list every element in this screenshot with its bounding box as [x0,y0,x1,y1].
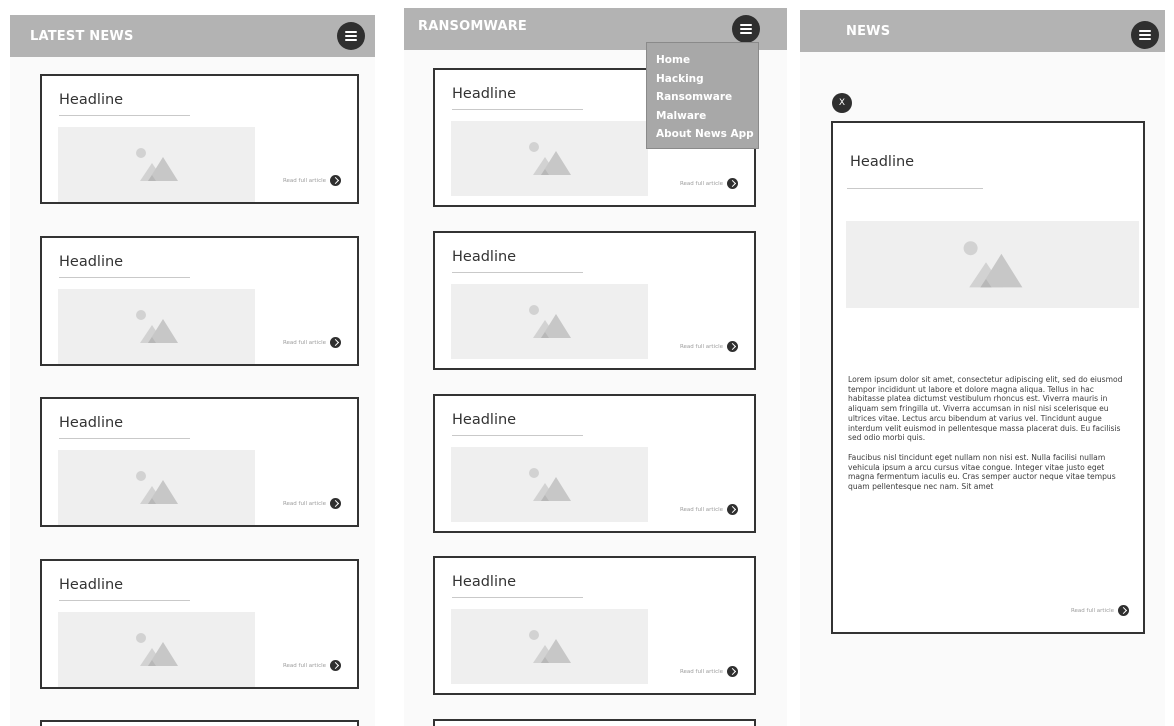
headline-divider [452,272,583,273]
article-body: Lorem ipsum dolor sit amet, consectetur … [848,375,1126,502]
card-headline: Headline [59,415,124,431]
app-bar: LATEST NEWS [10,15,375,57]
app-bar-title: LATEST NEWS [30,28,134,44]
headline-divider [59,277,190,278]
news-card[interactable] [40,720,359,726]
screen-latest-news: LATEST NEWS Headline Read full article H… [10,15,375,726]
image-placeholder-icon [528,141,571,175]
card-headline: Headline [59,577,124,593]
image-placeholder-icon [135,470,178,504]
image-placeholder-icon [963,240,1022,287]
arrow-right-icon [330,660,341,671]
news-card[interactable]: Headline Read full article [433,394,756,533]
image-placeholder-icon [135,632,178,666]
menu-item-malware[interactable]: Malware [656,107,758,126]
image-placeholder-icon [528,629,571,663]
read-full-article-link[interactable]: Read full article [680,341,738,352]
card-headline: Headline [59,92,124,108]
news-card[interactable]: Headline Read full article [433,556,756,695]
image-placeholder-icon [135,309,178,343]
arrow-right-icon [330,337,341,348]
image-placeholder-icon [528,304,571,338]
image-placeholder [451,121,648,196]
headline-divider [59,600,190,601]
article-detail: Headline Lorem ipsum dolor sit amet, con… [831,121,1145,634]
headline-divider [452,109,583,110]
menu-item-about[interactable]: About News App [656,125,758,144]
menu-icon[interactable] [337,22,365,50]
arrow-right-icon [330,175,341,186]
app-bar-title: NEWS [846,23,891,39]
menu-item-hacking[interactable]: Hacking [656,70,758,89]
read-full-article-link[interactable]: Read full article [680,504,738,515]
article-headline: Headline [850,154,915,170]
nav-dropdown-menu: Home Hacking Ransomware Malware About Ne… [646,42,759,149]
headline-divider [59,438,190,439]
arrow-right-icon [727,504,738,515]
screen-news-article: NEWS X Headline Lorem ipsum dolor sit am… [800,10,1165,726]
headline-divider [452,597,583,598]
read-full-article-link[interactable]: Read full article [283,498,341,509]
read-full-article-link[interactable]: Read full article [1071,605,1129,616]
headline-divider [452,435,583,436]
news-card[interactable] [433,719,756,726]
app-bar: NEWS [800,10,1165,52]
image-placeholder [58,289,255,364]
card-headline: Headline [452,249,517,265]
article-paragraph: Faucibus nisl tincidunt eget nullam non … [848,452,1116,492]
arrow-right-icon [727,666,738,677]
read-full-article-link[interactable]: Read full article [283,175,341,186]
image-placeholder [451,284,648,359]
image-placeholder [58,612,255,687]
image-placeholder [58,450,255,525]
article-paragraph: Lorem ipsum dolor sit amet, consectetur … [848,375,1123,443]
news-card[interactable]: Headline Read full article [433,231,756,370]
read-full-article-link[interactable]: Read full article [283,660,341,671]
arrow-right-icon [1118,605,1129,616]
image-placeholder [846,221,1139,308]
image-placeholder-icon [135,147,178,181]
news-card[interactable]: Headline Read full article [40,559,359,689]
news-card[interactable]: Headline Read full article [40,236,359,366]
close-icon[interactable]: X [832,93,852,113]
news-card[interactable]: Headline Read full article [40,397,359,527]
headline-divider [59,115,190,116]
card-headline: Headline [452,412,517,428]
image-placeholder [451,609,648,684]
image-placeholder [451,447,648,522]
screen-ransomware: RANSOMWARE Headline Read full article He… [404,8,787,726]
card-headline: Headline [59,254,124,270]
image-placeholder-icon [528,467,571,501]
news-card[interactable]: Headline Read full article [40,74,359,204]
card-headline: Headline [452,574,517,590]
read-full-article-link[interactable]: Read full article [680,178,738,189]
read-full-article-link[interactable]: Read full article [283,337,341,348]
arrow-right-icon [330,498,341,509]
headline-divider [847,188,983,189]
card-headline: Headline [452,86,517,102]
arrow-right-icon [727,341,738,352]
menu-item-home[interactable]: Home [656,51,758,70]
image-placeholder [58,127,255,202]
app-bar-title: RANSOMWARE [418,19,528,34]
menu-icon[interactable] [732,15,760,43]
arrow-right-icon [727,178,738,189]
read-full-article-link[interactable]: Read full article [680,666,738,677]
menu-item-ransomware[interactable]: Ransomware [656,88,758,107]
menu-icon[interactable] [1131,21,1159,49]
